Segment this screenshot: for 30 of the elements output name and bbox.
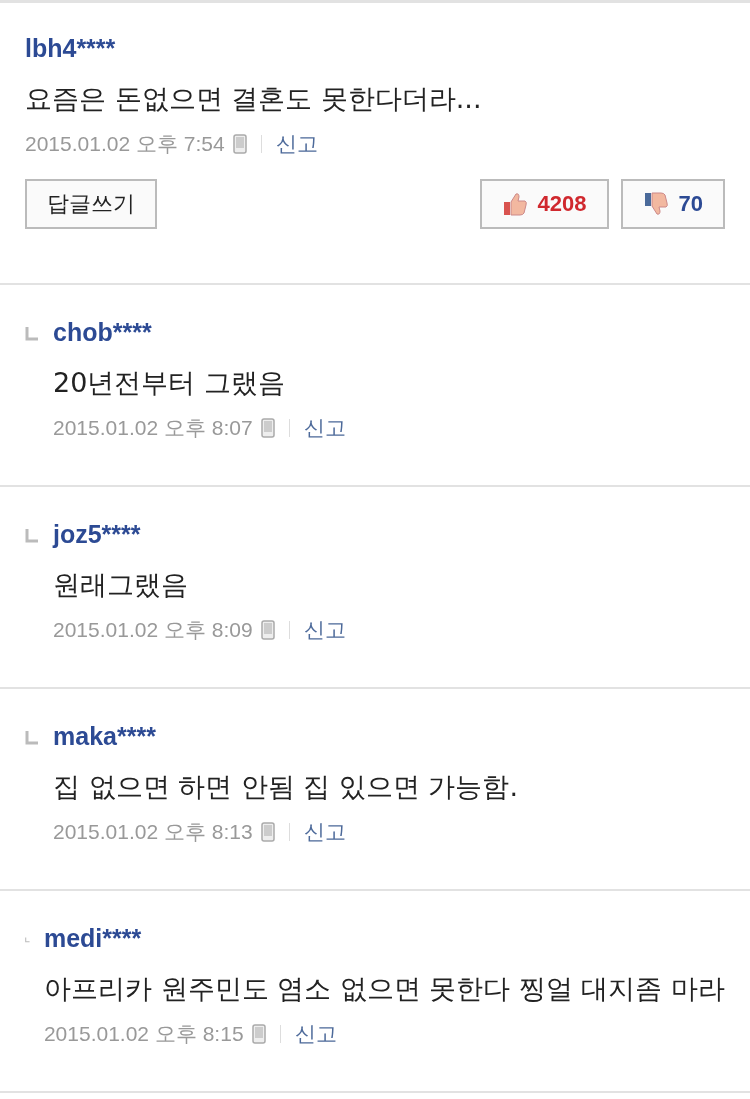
report-link[interactable]: 신고 xyxy=(303,414,346,442)
reply-author[interactable]: chob**** xyxy=(53,315,346,349)
comment-text: 요즘은 돈없으면 결혼도 못한다더라... xyxy=(25,82,483,116)
reply-author[interactable]: joz5**** xyxy=(53,517,346,551)
phone-icon xyxy=(251,1024,266,1044)
phone-icon xyxy=(260,620,275,640)
phone-icon xyxy=(260,822,275,842)
reply-author[interactable]: maka**** xyxy=(53,719,519,753)
phone-icon xyxy=(232,134,247,154)
reply-text: 아프리카 원주민도 염소 없으면 못한다 찡얼 대지좀 마라 xyxy=(43,972,725,1006)
thumbs-up-icon xyxy=(501,191,528,217)
comment-date: 2015.01.02 오후 7:54 xyxy=(25,131,225,157)
reply-author[interactable]: medi**** xyxy=(43,921,725,955)
comment-date: 2015.01.02 오후 8:13 xyxy=(53,819,253,845)
report-link[interactable]: 신고 xyxy=(303,616,346,644)
thumbs-down-icon xyxy=(642,191,669,217)
comment-date: 2015.01.02 오후 8:07 xyxy=(53,415,253,441)
reply-text: 원래그랬음 xyxy=(53,568,189,602)
reply-text: 20년전부터 그랬음 xyxy=(53,366,286,400)
comment-date: 2015.01.02 오후 8:15 xyxy=(43,1021,244,1047)
dislike-button[interactable]: 70 xyxy=(620,179,725,229)
report-link[interactable]: 신고 xyxy=(275,130,318,158)
phone-icon xyxy=(260,418,275,438)
report-link[interactable]: 신고 xyxy=(303,818,346,846)
reply-button[interactable]: 답글쓰기 xyxy=(25,179,157,229)
like-button[interactable]: 4208 xyxy=(479,179,609,229)
comment-date: 2015.01.02 오후 8:09 xyxy=(53,617,253,643)
reply-text: 집 없으면 하면 안됨 집 있으면 가능함. xyxy=(53,770,519,804)
comment-author[interactable]: lbh4**** xyxy=(25,31,725,65)
report-link[interactable]: 신고 xyxy=(294,1020,337,1048)
